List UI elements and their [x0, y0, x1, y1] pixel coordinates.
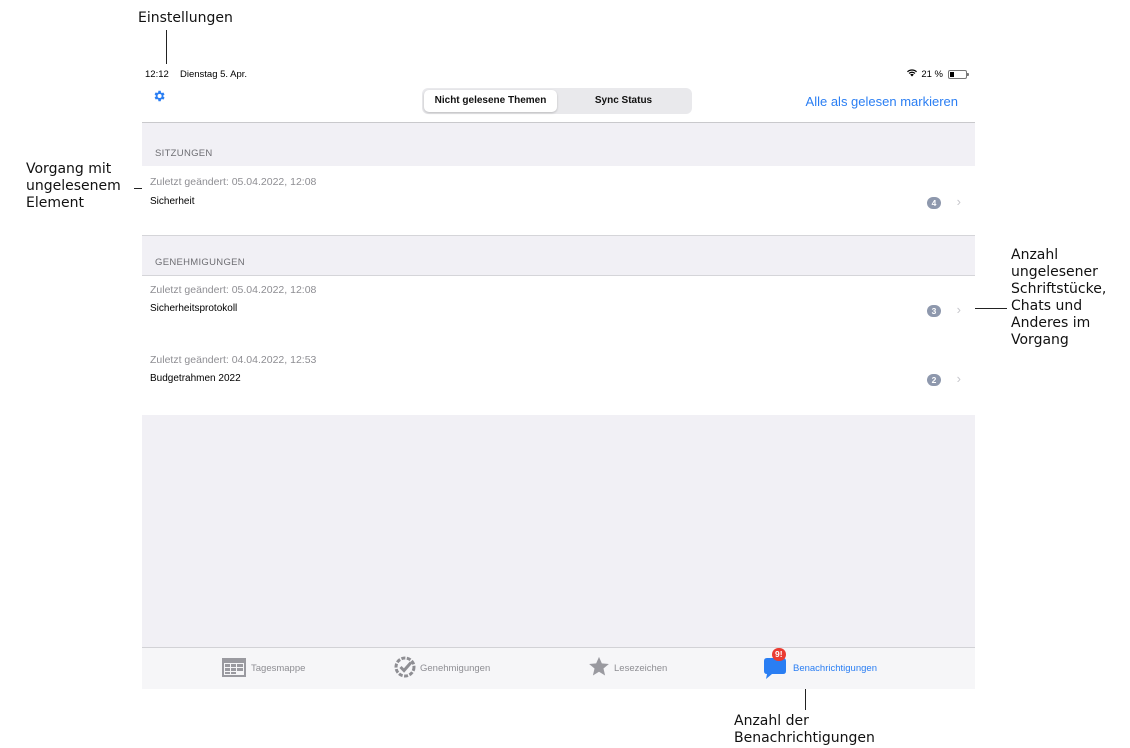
callout-line-text: Chats und	[1011, 298, 1083, 314]
callout-settings: Einstellungen	[138, 10, 233, 27]
segment-sync-status[interactable]: Sync Status	[557, 90, 690, 112]
list-item[interactable]: Zuletzt geändert: 05.04.2022, 12:08 Sich…	[142, 276, 975, 346]
callout-notification-count: Anzahl der Benachrichtigungen	[734, 713, 875, 747]
star-icon	[588, 656, 610, 680]
unread-count-badge: 3	[927, 305, 941, 317]
app-screen: 12:12 Dienstag 5. Apr. 21 % Nicht gelese…	[142, 64, 975, 689]
section-header-genehmigungen: GENEHMIGUNGEN	[142, 232, 975, 274]
callout-line-text: Schriftstücke,	[1011, 281, 1107, 297]
callout-unread-count: Anzahl ungelesener Schriftstücke, Chats …	[1011, 247, 1106, 349]
wifi-icon	[906, 68, 918, 80]
segment-unread-topics[interactable]: Nicht gelesene Themen	[424, 90, 557, 112]
tab-genehmigungen[interactable]: Genehmigungen	[394, 656, 490, 681]
chat-bubble-icon: 9!	[763, 648, 789, 680]
navigation-bar: Nicht gelesene Themen Sync Status Alle a…	[142, 84, 975, 123]
item-modified-date: Zuletzt geändert: 05.04.2022, 12:08	[150, 284, 317, 296]
notification-count-badge: 9!	[772, 648, 786, 661]
battery-icon	[948, 69, 969, 79]
tab-label: Tagesmappe	[251, 663, 306, 674]
tab-label: Benachrichtigungen	[793, 662, 877, 674]
tab-lesezeichen[interactable]: Lesezeichen	[588, 656, 667, 680]
item-modified-date: Zuletzt geändert: 05.04.2022, 12:08	[150, 176, 317, 188]
callout-line-text: ungelesener	[1011, 264, 1098, 280]
status-date: Dienstag 5. Apr.	[180, 69, 248, 80]
item-title: Sicherheitsprotokoll	[150, 303, 238, 314]
section-header-sitzungen: SITZUNGEN	[142, 123, 975, 165]
callout-line-text: Vorgang	[1011, 332, 1069, 348]
callout-line-text: ungelesenem	[26, 178, 121, 194]
battery-percent: 21 %	[921, 68, 943, 80]
tab-benachrichtigungen[interactable]: 9! Benachrichtigungen	[763, 648, 877, 680]
callout-line-text: Benachrichtigungen	[734, 730, 875, 746]
item-title: Sicherheit	[150, 196, 195, 207]
section-header-text: GENEHMIGUNGEN	[155, 257, 245, 268]
mark-all-read-button[interactable]: Alle als gelesen markieren	[806, 94, 958, 109]
callout-line-text: Vorgang mit	[26, 161, 112, 177]
segmented-control: Nicht gelesene Themen Sync Status	[422, 88, 692, 114]
callout-line-text: Anzahl der	[734, 713, 809, 729]
tab-bar: Tagesmappe Genehmigungen Lesezeichen 9! …	[142, 647, 975, 689]
section-header-text: SITZUNGEN	[155, 148, 213, 159]
unread-count-badge: 4	[927, 197, 941, 209]
item-title: Budgetrahmen 2022	[150, 373, 241, 384]
chevron-right-icon: ›	[956, 371, 961, 386]
status-time: 12:12	[145, 69, 169, 80]
callout-line-text: Anderes im	[1011, 315, 1091, 331]
gear-icon[interactable]	[152, 89, 166, 108]
callout-line-text: Element	[26, 195, 84, 211]
calendar-icon	[221, 656, 247, 681]
tab-label: Genehmigungen	[420, 663, 491, 674]
chevron-right-icon: ›	[956, 302, 961, 317]
callout-unread-item: Vorgang mit ungelesenem Element	[26, 161, 121, 212]
list-item[interactable]: Zuletzt geändert: 04.04.2022, 12:53 Budg…	[142, 346, 975, 415]
tab-tagesmappe[interactable]: Tagesmappe	[221, 656, 305, 681]
list-item[interactable]: Zuletzt geändert: 05.04.2022, 12:08 Sich…	[142, 166, 975, 235]
chevron-right-icon: ›	[956, 194, 961, 209]
item-modified-date: Zuletzt geändert: 04.04.2022, 12:53	[150, 354, 317, 366]
callout-settings-text: Einstellungen	[138, 10, 233, 26]
unread-count-badge: 2	[927, 374, 941, 386]
status-bar: 12:12 Dienstag 5. Apr. 21 %	[142, 64, 975, 84]
approval-check-icon	[394, 656, 416, 681]
tab-label: Lesezeichen	[614, 662, 668, 674]
status-right: 21 %	[906, 68, 969, 80]
callout-line-text: Anzahl	[1011, 247, 1059, 263]
